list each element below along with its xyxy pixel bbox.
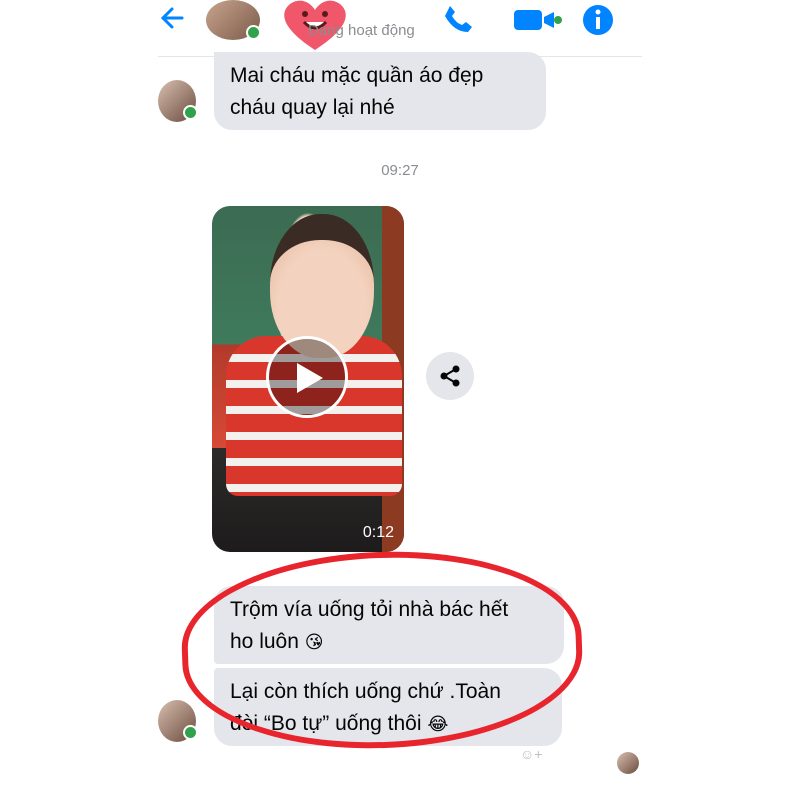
video-camera-icon[interactable] <box>512 4 562 34</box>
chat-header: Đang hoạt động <box>158 0 642 57</box>
message-text: Mai cháu mặc quần áo đẹp <box>230 64 484 87</box>
online-indicator <box>246 25 261 40</box>
message-bubble[interactable]: Mai cháu mặc quần áo đẹp cháu quay lại n… <box>214 52 546 130</box>
online-indicator <box>183 105 198 120</box>
info-icon[interactable] <box>582 4 618 35</box>
timestamp: 09:27 <box>381 162 419 179</box>
share-button[interactable] <box>426 352 474 400</box>
chat-screen: Đang hoạt động Mai cháu mặc quần áo đẹp … <box>158 0 642 800</box>
sender-avatar[interactable] <box>158 700 198 742</box>
video-duration: 0:12 <box>362 524 394 541</box>
phone-icon[interactable] <box>442 4 478 34</box>
active-status: Đang hoạt động <box>308 22 415 39</box>
message-text: cháu quay lại nhé <box>230 96 395 119</box>
seen-avatar <box>617 752 639 774</box>
sender-avatar[interactable] <box>158 80 198 122</box>
online-indicator <box>183 725 198 740</box>
video-message[interactable]: 0:12 <box>212 206 404 552</box>
video-thumbnail-face <box>270 214 374 358</box>
add-reaction-icon[interactable]: ☺+ <box>520 746 542 762</box>
play-button[interactable] <box>266 336 348 418</box>
back-arrow-icon[interactable] <box>158 4 186 32</box>
